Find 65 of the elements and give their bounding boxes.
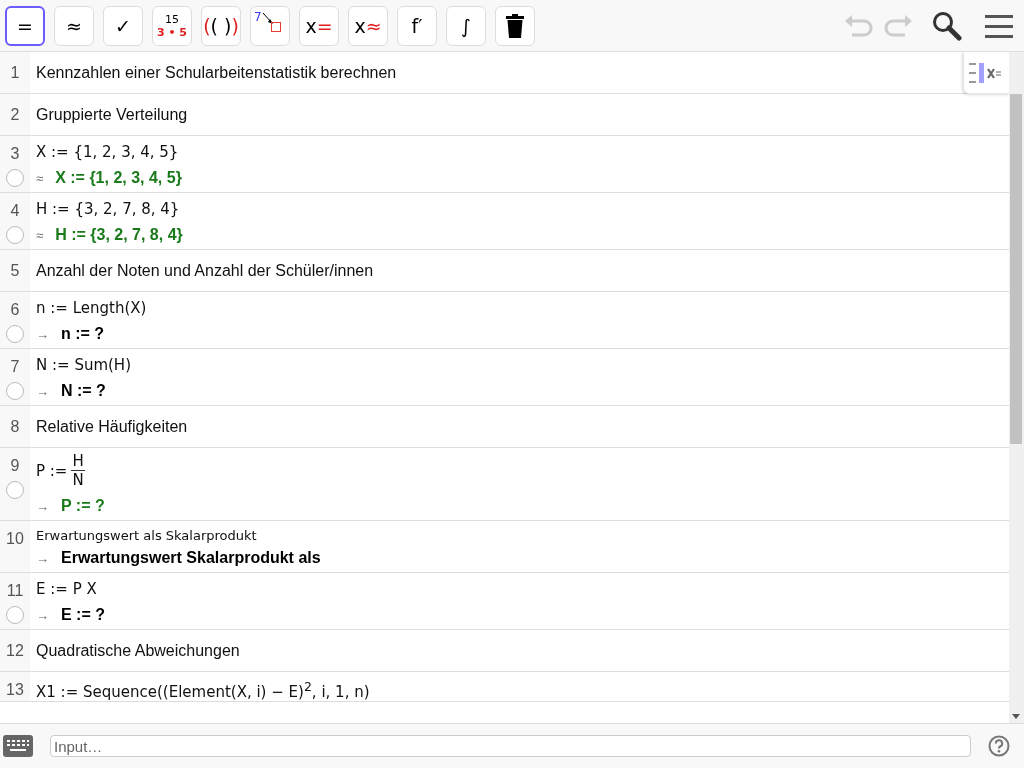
visibility-toggle[interactable] — [6, 325, 24, 343]
approx-symbol: ≈ — [36, 170, 44, 186]
row-number: 3 — [10, 145, 20, 163]
cas-output: Erwartungswert Skalarprodukt als — [61, 549, 321, 567]
cas-output: N := ? — [61, 382, 106, 400]
text-cell[interactable]: Gruppierte Verteilung — [36, 105, 188, 124]
toolbar-button[interactable]: 7 — [250, 5, 290, 46]
approx-symbol: ≈ — [36, 227, 44, 243]
row-number: 1 — [10, 63, 20, 82]
visibility-toggle[interactable] — [6, 169, 24, 187]
cas-input[interactable]: Erwartungswert als Skalarprodukt — [36, 528, 257, 543]
cas-output: E := ? — [61, 606, 105, 624]
cas-input[interactable]: N := Sum(H) — [36, 356, 131, 374]
arrow-symbol: → — [36, 550, 49, 566]
visibility-toggle[interactable] — [6, 606, 24, 624]
keyboard-icon[interactable] — [3, 735, 33, 757]
toolbar-button[interactable]: 15 3 • 5 — [152, 5, 192, 46]
toolbar-button[interactable]: (( )) — [201, 5, 241, 46]
toolbar-button[interactable]: ≈ — [54, 5, 94, 46]
row-number: 11 — [6, 582, 24, 600]
caret-icon[interactable] — [1012, 714, 1020, 719]
cas-output: n := ? — [61, 325, 105, 343]
row-number: 6 — [10, 301, 20, 319]
scrollbar[interactable] — [1009, 52, 1024, 723]
row-number: 10 — [6, 530, 24, 548]
text-cell[interactable]: Anzahl der Noten und Anzahl der Schüler/innen — [36, 261, 374, 280]
trash-icon — [506, 13, 524, 38]
toolbar-button[interactable]: = — [5, 5, 45, 46]
text-cell[interactable]: Quadratische Abweichungen — [36, 641, 240, 660]
search-icon[interactable] — [932, 10, 962, 41]
row-number: 7 — [10, 358, 20, 376]
cas-output: H := {3, 2, 7, 8, 4} — [55, 226, 183, 244]
cas-input[interactable]: n := Length(X) — [36, 299, 147, 317]
toolbar-button[interactable]: ✓ — [103, 5, 143, 46]
arrow-symbol: → — [36, 326, 49, 342]
cas-input[interactable]: X := {1, 2, 3, 4, 5} — [36, 143, 179, 161]
arrow-symbol: → — [36, 607, 49, 623]
row-number: 8 — [10, 417, 20, 436]
visibility-toggle[interactable] — [6, 226, 24, 244]
text-cell[interactable]: Kennzahlen einer Schularbeitenstatistik berechnen — [36, 63, 397, 82]
delete-button[interactable] — [495, 5, 535, 46]
row-number: 5 — [10, 261, 20, 280]
row-number: 13 — [6, 681, 24, 699]
cas-input[interactable]: H := {3, 2, 7, 8, 4} — [36, 200, 180, 218]
row-number: 9 — [10, 457, 20, 475]
toolbar-button[interactable]: f′ — [397, 5, 437, 46]
visibility-toggle[interactable] — [6, 382, 24, 400]
cas-input[interactable]: E := P X — [36, 580, 97, 598]
arrow-symbol: → — [36, 383, 49, 399]
cas-input[interactable]: X1 := Sequence((Element(X, i) − E)$^{2}$, i, 1, n) — [36, 679, 370, 701]
toolbar-button[interactable]: x= — [299, 5, 339, 46]
toolbar-button[interactable]: x≈ — [348, 5, 388, 46]
row-number: 4 — [10, 202, 20, 220]
row-number: 12 — [6, 641, 24, 660]
cas-output: X := {1, 2, 3, 4, 5} — [55, 169, 182, 187]
help-icon[interactable] — [988, 735, 1010, 757]
view-toggle-button[interactable] — [963, 52, 1009, 94]
toolbar-button[interactable]: ∫ — [446, 5, 486, 46]
menu-icon[interactable] — [985, 13, 1013, 38]
visibility-toggle[interactable] — [6, 481, 24, 499]
row-number: 2 — [10, 105, 20, 124]
arrow-symbol: → — [36, 498, 49, 514]
cas-output: P := ? — [61, 497, 105, 515]
input-field[interactable]: Input… — [50, 735, 971, 757]
text-cell[interactable]: Relative Häufigkeiten — [36, 417, 188, 436]
